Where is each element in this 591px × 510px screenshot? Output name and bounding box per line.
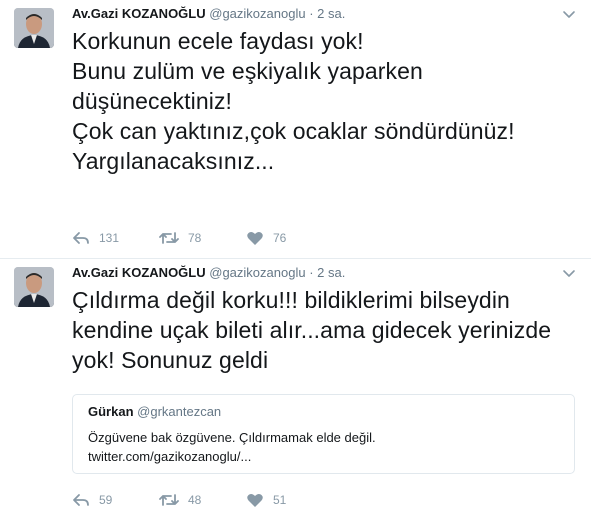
reply-button[interactable]: 59 xyxy=(72,492,159,508)
tweet[interactable]: Av.Gazi KOZANOĞLU @gazikozanoglu · 2 sa.… xyxy=(0,0,591,259)
chevron-down-icon[interactable] xyxy=(561,6,577,22)
tweet-text: Çıldırma değil korku!!! bildiklerimi bil… xyxy=(72,287,552,373)
tweet-text: Korkunun ecele faydası yok! Bunu zulüm v… xyxy=(72,28,515,174)
author-name[interactable]: Av.Gazi KOZANOĞLU xyxy=(72,265,206,280)
author-name[interactable]: Av.Gazi KOZANOĞLU xyxy=(72,6,206,21)
tweet-actions: 131 78 76 xyxy=(72,228,333,248)
reply-button[interactable]: 131 xyxy=(72,230,159,246)
heart-icon xyxy=(247,493,263,507)
like-button[interactable]: 76 xyxy=(246,230,333,246)
retweet-count: 78 xyxy=(188,231,202,245)
avatar-image xyxy=(14,267,54,307)
header-separator: · xyxy=(309,265,314,280)
tweet-actions: 59 48 51 xyxy=(72,490,333,510)
avatar-image xyxy=(14,8,54,48)
retweet-button[interactable]: 78 xyxy=(159,230,246,246)
tweet-timestamp[interactable]: 2 sa. xyxy=(317,6,345,21)
tweet-header: Av.Gazi KOZANOĞLU @gazikozanoglu · 2 sa. xyxy=(72,6,345,22)
like-count: 76 xyxy=(273,231,287,245)
quoted-tweet[interactable]: Gürkan @grkantezcan Özgüvene bak özgüven… xyxy=(72,394,575,474)
reply-icon xyxy=(73,232,89,244)
quoted-tweet-text: Özgüvene bak özgüvene. Çıldırmamak elde … xyxy=(88,430,376,464)
reply-icon xyxy=(73,494,89,506)
heart-icon xyxy=(247,231,263,245)
author-handle[interactable]: @gazikozanoglu xyxy=(209,6,305,21)
tweet-timestamp[interactable]: 2 sa. xyxy=(317,265,345,280)
avatar[interactable] xyxy=(14,267,54,307)
quoted-author-handle: @grkantezcan xyxy=(137,404,222,419)
tweet[interactable]: Av.Gazi KOZANOĞLU @gazikozanoglu · 2 sa.… xyxy=(0,259,591,507)
retweet-icon xyxy=(159,494,179,506)
quoted-author-name: Gürkan xyxy=(88,404,134,419)
retweet-button[interactable]: 48 xyxy=(159,492,246,508)
chevron-down-icon[interactable] xyxy=(561,265,577,281)
header-separator: · xyxy=(309,6,314,21)
avatar[interactable] xyxy=(14,8,54,48)
reply-count: 131 xyxy=(99,231,120,245)
author-handle[interactable]: @gazikozanoglu xyxy=(209,265,305,280)
quoted-tweet-header: Gürkan @grkantezcan xyxy=(88,404,221,419)
retweet-icon xyxy=(159,232,179,244)
tweet-header: Av.Gazi KOZANOĞLU @gazikozanoglu · 2 sa. xyxy=(72,265,345,281)
like-button[interactable]: 51 xyxy=(246,492,333,508)
